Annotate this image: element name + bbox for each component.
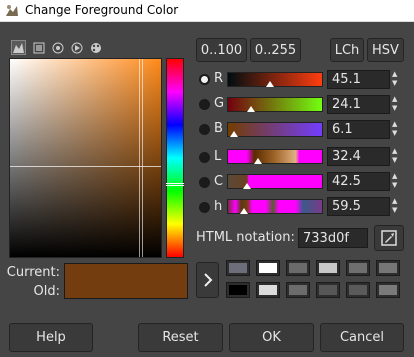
history-swatch[interactable] <box>346 282 370 298</box>
channel-slider-l[interactable] <box>227 149 323 164</box>
ok-button[interactable]: OK <box>229 323 314 352</box>
channel-slider-b[interactable] <box>227 122 323 137</box>
help-button[interactable]: Help <box>9 323 93 352</box>
html-notation-label: HTML notation: <box>196 230 295 245</box>
channel-slider-c[interactable] <box>227 174 323 189</box>
sv-crosshair-vertical <box>139 59 143 257</box>
current-label: Current: <box>6 265 60 280</box>
channel-spin-c[interactable]: ▲ ▼ <box>392 172 397 190</box>
range-255-button[interactable]: 0..255 <box>250 38 301 62</box>
history-swatch[interactable] <box>376 260 400 276</box>
chevron-right-icon <box>203 273 212 287</box>
channel-value-l[interactable]: 32.4 <box>327 147 390 166</box>
history-toggle-button[interactable] <box>196 262 219 298</box>
channel-spin-b[interactable]: ▲ ▼ <box>392 120 397 138</box>
channel-slider-g[interactable] <box>227 97 323 112</box>
channel-label-h: h <box>214 199 223 214</box>
history-swatch[interactable] <box>286 282 310 298</box>
title-bar: Change Foreground Color <box>0 0 414 22</box>
history-swatch[interactable] <box>286 260 310 276</box>
channel-value-c[interactable]: 42.5 <box>327 172 390 191</box>
wheel-selector-icon <box>71 42 82 53</box>
channel-label-l: L <box>214 149 222 164</box>
channel-value-b[interactable]: 6.1 <box>327 120 390 139</box>
channel-label-g: G <box>214 96 225 111</box>
history-swatch[interactable] <box>226 260 250 276</box>
gimp-selector-icon <box>13 42 24 53</box>
watercolor-selector-tab[interactable] <box>50 40 65 55</box>
history-swatch[interactable] <box>256 260 280 276</box>
channel-slider-r[interactable] <box>227 72 323 87</box>
channel-label-r: R <box>214 71 224 86</box>
current-old-color-swatch <box>64 263 188 299</box>
palette-selector-tab[interactable] <box>88 40 103 55</box>
old-label: Old: <box>33 284 60 299</box>
palette-selector-icon <box>90 42 101 53</box>
history-swatch[interactable] <box>316 282 340 298</box>
channel-label-b: B <box>214 121 223 136</box>
slider-handle <box>239 208 248 214</box>
channel-radio-l[interactable] <box>199 152 210 163</box>
range-100-button[interactable]: 0..100 <box>196 38 247 62</box>
slider-handle <box>254 158 263 164</box>
cmyk-selector-icon <box>33 42 44 53</box>
lch-button[interactable]: LCh <box>330 38 364 62</box>
saturation-value-area[interactable] <box>9 58 162 258</box>
history-swatch[interactable] <box>316 260 340 276</box>
channel-label-c: C <box>214 174 224 189</box>
channel-spin-h[interactable]: ▲ ▼ <box>392 197 397 215</box>
gimp-selector-tab[interactable] <box>11 40 26 55</box>
channel-radio-r[interactable] <box>199 74 210 85</box>
channel-value-r[interactable]: 45.1 <box>327 70 390 89</box>
wheel-selector-tab[interactable] <box>69 40 84 55</box>
channel-radio-g[interactable] <box>199 99 210 110</box>
slider-handle <box>242 183 251 189</box>
html-notation-input[interactable]: 733d0f <box>298 228 368 248</box>
reset-button[interactable]: Reset <box>138 323 223 352</box>
window-title: Change Foreground Color <box>25 3 179 17</box>
cmyk-selector-tab[interactable] <box>31 40 46 55</box>
hue-marker <box>166 183 184 186</box>
eyedropper-icon <box>381 230 397 246</box>
channel-radio-h[interactable] <box>199 202 210 213</box>
watercolor-selector-icon <box>52 42 63 53</box>
channel-radio-b[interactable] <box>199 124 210 135</box>
hue-strip[interactable] <box>166 58 184 258</box>
channel-slider-h[interactable] <box>227 199 323 214</box>
history-swatch[interactable] <box>256 282 280 298</box>
color-picker-button[interactable] <box>374 225 404 251</box>
history-swatch[interactable] <box>226 282 250 298</box>
channel-radio-c[interactable] <box>199 177 210 188</box>
channel-spin-l[interactable]: ▲ ▼ <box>392 147 397 165</box>
slider-handle <box>246 106 255 112</box>
history-swatch[interactable] <box>376 282 400 298</box>
hsv-button[interactable]: HSV <box>367 38 404 62</box>
slider-handle <box>229 131 238 137</box>
channel-value-g[interactable]: 24.1 <box>327 95 390 114</box>
history-swatch[interactable] <box>346 260 370 276</box>
cancel-button[interactable]: Cancel <box>320 323 404 352</box>
channel-value-h[interactable]: 59.5 <box>327 197 390 216</box>
channel-spin-r[interactable]: ▲ ▼ <box>392 70 397 88</box>
channel-spin-g[interactable]: ▲ ▼ <box>392 95 397 113</box>
gimp-app-icon <box>6 5 18 16</box>
slider-handle <box>266 81 275 87</box>
